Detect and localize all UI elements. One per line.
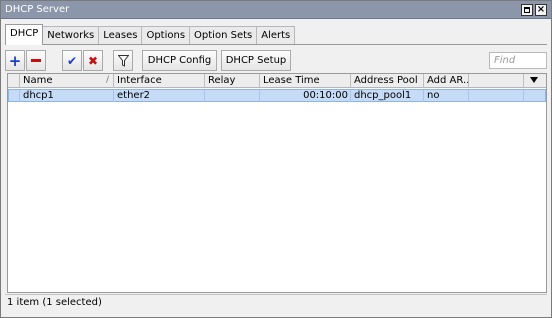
status-text: 1 item (1 selected) [7,297,102,308]
column-header-address-pool[interactable]: Address Pool [351,74,424,88]
interface-cell: ether2 [114,90,205,102]
status-bar: 1 item (1 selected) [5,294,547,312]
tab-divider [5,44,547,45]
filter-button[interactable] [113,50,133,71]
column-menu-icon[interactable] [530,77,538,83]
dhcp-setup-button[interactable]: DHCP Setup [221,50,291,71]
disable-button[interactable]: ✖ [83,50,103,71]
tab-options[interactable]: Options [141,26,191,45]
spacer-cell [469,90,524,102]
column-header-flag[interactable] [8,74,20,88]
tab-option-sets[interactable]: Option Sets [189,26,258,45]
row-flag-cell [9,90,20,102]
close-button[interactable]: × [535,4,547,16]
column-header-lease-time[interactable]: Lease Time [260,74,351,88]
minus-icon [31,59,41,62]
address-pool-cell: dhcp_pool1 [351,90,424,102]
window-title: DHCP Server [5,4,70,15]
column-header-name[interactable]: Name / [20,74,114,88]
name-cell: dhcp1 [20,90,114,102]
column-header-relay[interactable]: Relay [205,74,260,88]
title-bar[interactable]: DHCP Server × [1,1,551,19]
filter-icon [117,54,129,67]
sort-indicator: / [105,75,109,85]
dhcp-server-table: Name / Interface Relay Lease Time Addres… [7,73,547,293]
add-arp-cell: no [424,90,469,102]
add-button[interactable]: + [5,50,25,71]
cross-icon: ✖ [87,53,99,68]
restore-button[interactable] [521,4,533,16]
check-icon: ✔ [66,53,78,68]
column-header-interface[interactable]: Interface [114,74,205,88]
dhcp-config-button[interactable]: DHCP Config [142,50,217,71]
table-header: Name / Interface Relay Lease Time Addres… [8,74,546,88]
restore-icon [524,7,530,13]
tab-leases[interactable]: Leases [98,26,143,45]
column-header-name-label: Name [23,75,53,86]
plus-icon: + [8,51,22,70]
dhcp-server-window: DHCP Server × DHCP Networks Leases Optio… [0,0,552,318]
column-header-spacer [469,74,524,88]
column-header-add-arp[interactable]: Add AR... [424,74,469,88]
toolbar: + ✔ ✖ DHCP Config DHCP Setup Find [5,50,547,72]
find-input[interactable]: Find [489,52,547,69]
tab-bar: DHCP Networks Leases Options Option Sets… [5,24,296,45]
enable-button[interactable]: ✔ [62,50,82,71]
remove-button[interactable] [26,50,46,71]
lease-time-cell: 00:10:00 [260,90,351,102]
tab-dhcp[interactable]: DHCP [5,24,44,45]
tab-networks[interactable]: Networks [42,26,100,45]
table-row[interactable]: dhcp1 ether2 00:10:00 dhcp_pool1 no [8,89,546,102]
tab-alerts[interactable]: Alerts [256,26,296,45]
relay-cell [205,90,260,102]
